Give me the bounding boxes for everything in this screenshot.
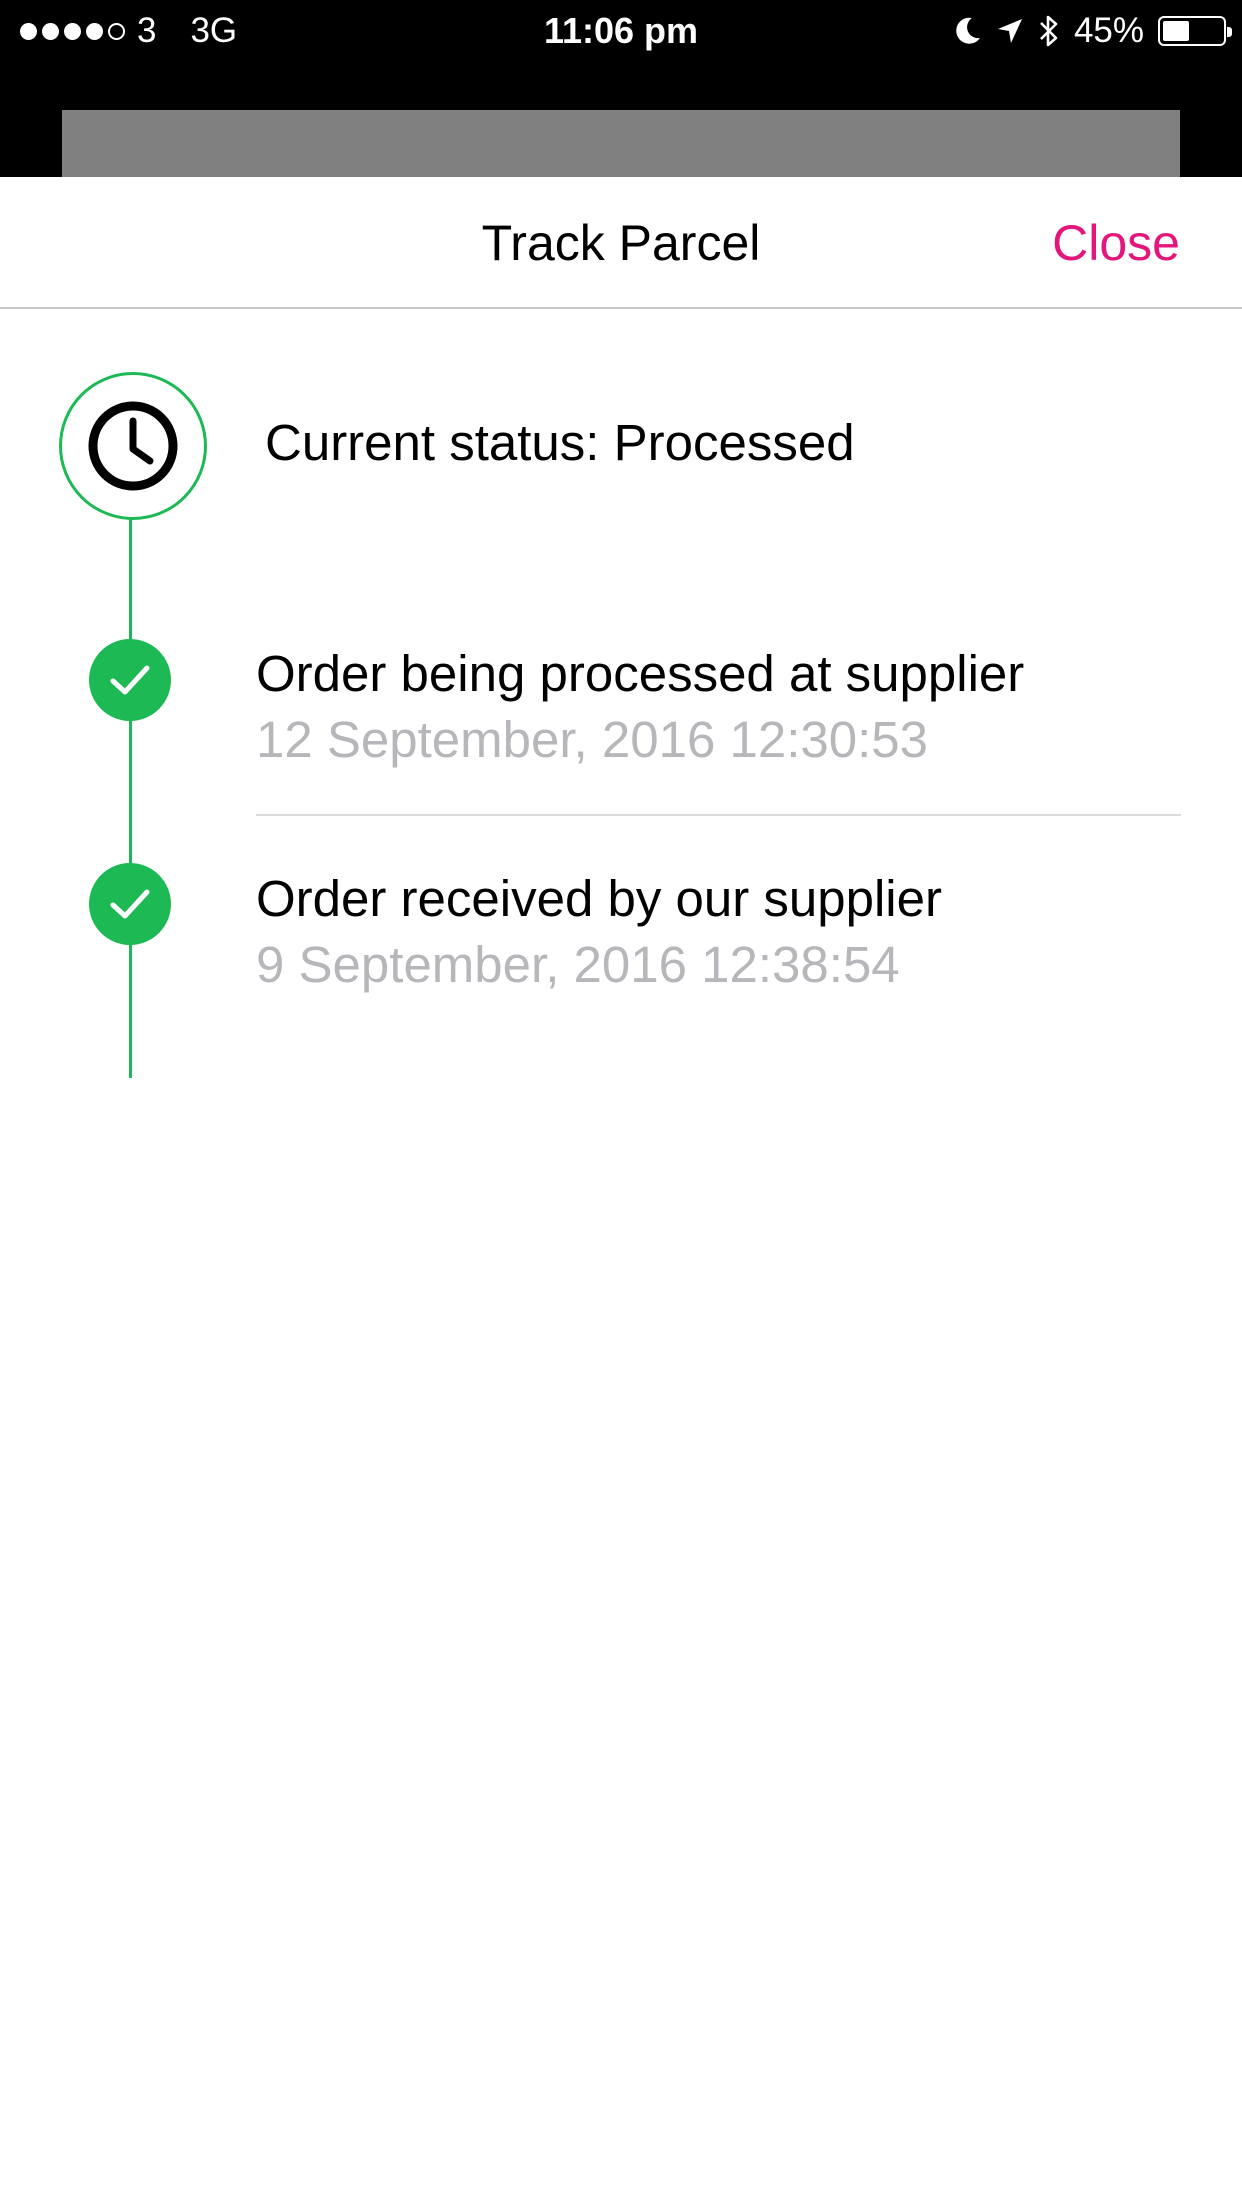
close-button[interactable]: Close xyxy=(1052,177,1180,309)
battery-icon xyxy=(1158,16,1232,46)
current-status-text: Current status: Processed xyxy=(265,414,855,471)
event-timestamp: 9 September, 2016 12:38:54 xyxy=(256,936,900,993)
battery-tip xyxy=(1227,27,1232,37)
event-status-indicator xyxy=(89,639,171,721)
moon-icon xyxy=(956,17,980,44)
event-divider xyxy=(256,814,1181,816)
check-icon xyxy=(110,665,150,695)
bluetooth-icon xyxy=(1040,15,1058,47)
timeline-connector xyxy=(129,518,132,1078)
event-timestamp: 12 September, 2016 12:30:53 xyxy=(256,711,929,768)
check-icon xyxy=(110,889,150,919)
status-bar-right: 45% xyxy=(954,0,1232,62)
status-bar: 3 3G 11:06 pm 45% xyxy=(0,0,1242,62)
clock-icon xyxy=(88,401,178,491)
track-parcel-sheet: Track Parcel Close Current status: Proce… xyxy=(0,177,1242,2208)
current-status-indicator xyxy=(59,372,207,520)
location-arrow-icon xyxy=(997,19,1022,43)
battery-percent: 45% xyxy=(1073,11,1144,50)
app-screen: 3 3G 11:06 pm 45% Track Parcel Close Cur… xyxy=(0,0,1242,2208)
event-title: Order being processed at supplier xyxy=(256,645,1025,702)
battery-fill xyxy=(1163,21,1190,41)
navigation-bar: Track Parcel Close xyxy=(0,177,1242,309)
event-status-indicator xyxy=(89,863,171,945)
event-title: Order received by our supplier xyxy=(256,870,942,927)
